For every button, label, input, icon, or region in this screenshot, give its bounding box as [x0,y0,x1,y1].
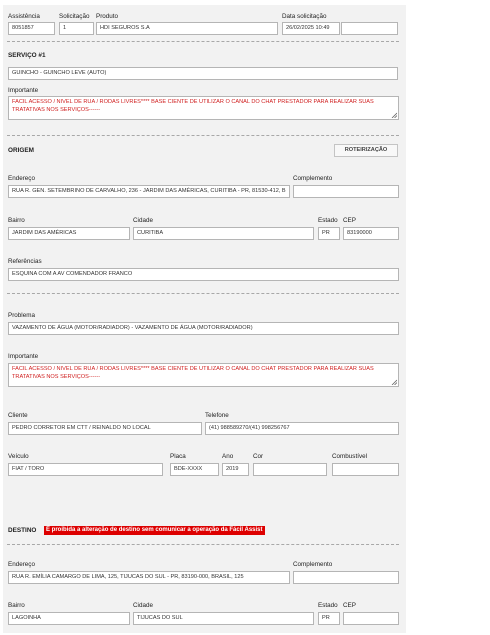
destino-complemento-label: Complemento [293,561,333,568]
telefone-field[interactable]: (41) 988589270/(41) 998256767 [205,422,399,435]
divider [7,41,399,42]
destino-estado-field[interactable]: PR [318,612,340,625]
cliente-label: Cliente [8,412,28,419]
origem-problema-label: Problema [8,312,35,319]
solicitacao-label: Solicitação [59,13,90,20]
destino-bairro-label: Bairro [8,602,25,609]
combustivel-field[interactable] [332,463,399,476]
destino-cidade-label: Cidade [133,602,153,609]
destino-endereco-label: Endereço [8,561,35,568]
produto-field[interactable]: HDI SEGUROS S.A [96,22,278,35]
origem-cep-field[interactable]: 83190000 [343,227,399,240]
resize-grip-icon[interactable] [391,112,397,118]
veiculo-label: Veículo [8,453,29,460]
cliente-field[interactable]: PEDRO CORRETOR EM CTT / REINALDO NO LOCA… [8,422,202,435]
origem-cidade-label: Cidade [133,217,153,224]
origem-referencias-field[interactable]: ESQUINA COM A AV COMENDADOR FRANCO [8,268,399,281]
data-solicitacao-label: Data solicitação [282,13,327,20]
servico-importante-label: Importante [8,87,39,94]
origem-problema-field[interactable]: VAZAMENTO DE ÁGUA (MOTOR/RADIADOR) - VAZ… [8,322,399,335]
destino-complemento-field[interactable] [293,571,399,584]
divider [7,544,399,545]
origem-cep-label: CEP [343,217,356,224]
produto-label: Produto [96,13,119,20]
servico-field[interactable]: GUINCHO - GUINCHO LEVE (AUTO) [8,67,398,80]
veiculo-field[interactable]: FIAT / TORO [8,463,163,476]
telefone-label: Telefone [205,412,229,419]
resize-grip-icon[interactable] [391,379,397,385]
destino-cep-label: CEP [343,602,356,609]
origem-importante-label: Importante [8,353,39,360]
origem-referencias-label: Referências [8,258,42,265]
origem-bairro-field[interactable]: JARDIM DAS AMÉRICAS [8,227,130,240]
extra-field[interactable] [341,22,398,35]
destino-title: DESTINO [8,527,37,534]
cor-field[interactable] [253,463,327,476]
ano-label: Ano [222,453,234,460]
origem-importante-text: FACIL ACESSO / NIVEL DE RUA / RODAS LIVR… [12,366,374,380]
placa-label: Placa [170,453,186,460]
origem-bairro-label: Bairro [8,217,25,224]
assistencia-label: Assistência [8,13,40,20]
origem-endereco-field[interactable]: RUA R. GEN. SETEMBRINO DE CARVALHO, 236 … [8,185,290,198]
destino-bairro-field[interactable]: LAGOINHA [8,612,130,625]
service-form-panel: Assistência 8051857 Solicitação 1 Produt… [3,5,406,633]
origem-estado-field[interactable]: PR [318,227,340,240]
destino-endereco-field[interactable]: RUA R. EMÍLIA CAMARGO DE LIMA, 125, TIJU… [8,571,290,584]
roteirizacao-button[interactable]: ROTEIRIZAÇÃO [334,144,398,157]
ano-field[interactable]: 2019 [222,463,249,476]
divider [7,135,399,136]
origem-complemento-field[interactable] [293,185,399,198]
destino-cep-field[interactable] [343,612,399,625]
placa-field[interactable]: BDE-XXXX [170,463,219,476]
combustivel-label: Combustível [332,453,367,460]
servico-importante-textarea[interactable]: FACIL ACESSO / NIVEL DE RUA / RODAS LIVR… [8,96,399,120]
destino-warning-badge: É proibida a alteração de destino sem co… [44,526,265,535]
origem-cidade-field[interactable]: CURITIBA [133,227,314,240]
data-solicitacao-field[interactable]: 26/02/2025 10:49 [282,22,340,35]
origem-estado-label: Estado [318,217,338,224]
destino-cidade-field[interactable]: TIJUCAS DO SUL [133,612,314,625]
assistencia-field[interactable]: 8051857 [8,22,55,35]
divider [7,293,399,294]
servico-importante-text: FACIL ACESSO / NIVEL DE RUA / RODAS LIVR… [12,99,374,113]
servico-title: SERVIÇO #1 [8,52,46,59]
origem-importante-textarea[interactable]: FACIL ACESSO / NIVEL DE RUA / RODAS LIVR… [8,363,399,387]
origem-complemento-label: Complemento [293,175,333,182]
solicitacao-field[interactable]: 1 [59,22,94,35]
destino-estado-label: Estado [318,602,338,609]
cor-label: Cor [253,453,264,460]
origem-title: ORIGEM [8,147,34,154]
origem-endereco-label: Endereço [8,175,35,182]
